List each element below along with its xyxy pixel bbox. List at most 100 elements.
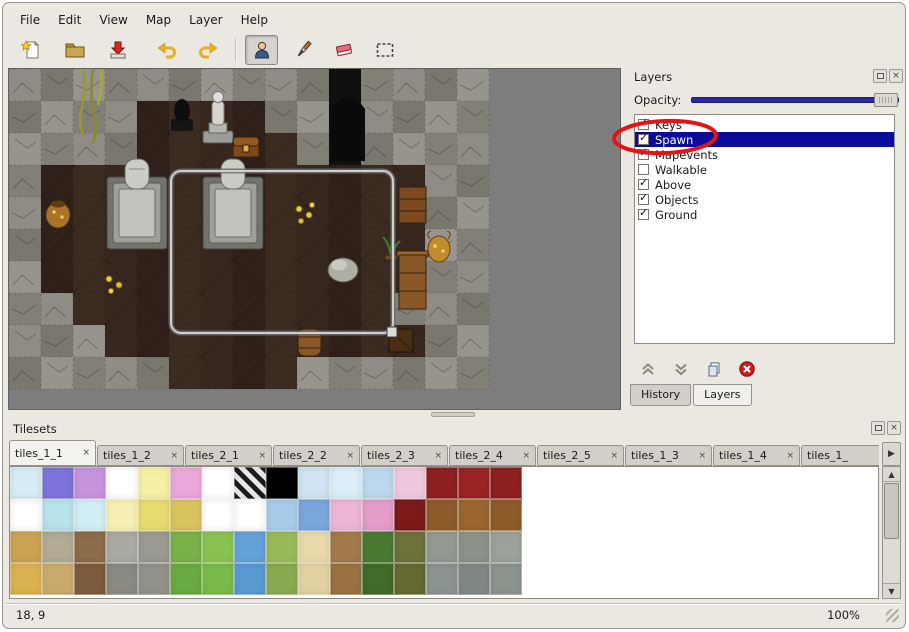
tileset-tile[interactable] <box>490 531 522 563</box>
tileset-tile[interactable] <box>490 499 522 531</box>
panel-float-button[interactable] <box>873 69 887 83</box>
tileset-tab[interactable]: tiles_1_3 × <box>625 445 712 466</box>
tileset-tile[interactable] <box>266 531 298 563</box>
tileset-tile[interactable] <box>170 531 202 563</box>
scroll-down-button[interactable]: ▼ <box>883 583 900 598</box>
tileset-tile[interactable] <box>458 531 490 563</box>
tileset-tab[interactable]: tiles_1_2 × <box>97 445 184 466</box>
tileset-tile[interactable] <box>170 499 202 531</box>
tileset-tile[interactable] <box>106 563 138 595</box>
tileset-tile[interactable] <box>74 563 106 595</box>
tileset-tile[interactable] <box>362 531 394 563</box>
tileset-tile[interactable] <box>138 467 170 499</box>
tileset-tile[interactable] <box>10 499 42 531</box>
tileset-tile[interactable] <box>490 467 522 499</box>
resize-grip[interactable] <box>886 609 899 622</box>
tab-close-icon[interactable]: × <box>258 451 266 461</box>
tileset-tab[interactable]: tiles_2_3 × <box>361 445 448 466</box>
tab-close-icon[interactable]: × <box>610 451 618 461</box>
checkbox[interactable]: ✓ <box>638 149 649 160</box>
tileset-content[interactable] <box>9 466 879 599</box>
tileset-tile[interactable] <box>10 563 42 595</box>
tileset-tile[interactable] <box>330 563 362 595</box>
tileset-tile[interactable] <box>298 563 330 595</box>
tileset-tile[interactable] <box>202 499 234 531</box>
paint-tool-button[interactable] <box>286 35 319 65</box>
tileset-tile[interactable] <box>234 563 266 595</box>
tileset-tab[interactable]: tiles_2_5 × <box>537 445 624 466</box>
tileset-tile[interactable] <box>74 531 106 563</box>
checkbox[interactable]: ✓ <box>638 134 649 145</box>
layer-row-mapevents[interactable]: ✓ Mapevents <box>635 147 894 162</box>
tileset-tile[interactable] <box>138 499 170 531</box>
tileset-tile[interactable] <box>458 499 490 531</box>
layer-delete-button[interactable] <box>735 358 759 380</box>
redo-button[interactable] <box>191 35 224 65</box>
tab-history[interactable]: History <box>630 384 691 406</box>
tileset-tile[interactable] <box>362 563 394 595</box>
tileset-tile[interactable] <box>298 467 330 499</box>
tab-close-icon[interactable]: × <box>346 451 354 461</box>
tab-close-icon[interactable]: × <box>170 451 178 461</box>
tileset-tile[interactable] <box>426 531 458 563</box>
tileset-tile[interactable] <box>458 563 490 595</box>
tileset-tile[interactable] <box>106 499 138 531</box>
tileset-tile[interactable] <box>234 467 266 499</box>
tileset-tile[interactable] <box>426 467 458 499</box>
new-button[interactable] <box>15 35 48 65</box>
tileset-tile[interactable] <box>298 499 330 531</box>
tab-layers[interactable]: Layers <box>693 384 751 406</box>
save-button[interactable] <box>101 35 134 65</box>
tileset-tile[interactable] <box>234 499 266 531</box>
tileset-tile[interactable] <box>330 531 362 563</box>
layer-row-ground[interactable]: ✓ Ground <box>635 207 894 222</box>
checkbox[interactable]: ✓ <box>638 179 649 190</box>
menu-help[interactable]: Help <box>232 10 277 30</box>
tileset-tile[interactable] <box>42 467 74 499</box>
tileset-tab[interactable]: tiles_1_4 × <box>713 445 800 466</box>
tileset-tile[interactable] <box>426 563 458 595</box>
layer-row-above[interactable]: ✓ Above <box>635 177 894 192</box>
layer-row-spawn[interactable]: ✓ Spawn <box>635 132 894 147</box>
layer-copy-button[interactable] <box>702 358 726 380</box>
tileset-tile[interactable] <box>42 531 74 563</box>
tab-close-icon[interactable]: × <box>698 451 706 461</box>
tileset-tile[interactable] <box>74 499 106 531</box>
tileset-tile[interactable] <box>298 531 330 563</box>
tileset-tile[interactable] <box>394 563 426 595</box>
tileset-tile[interactable] <box>394 531 426 563</box>
tileset-tile[interactable] <box>426 499 458 531</box>
tileset-tab[interactable]: tiles_2_1 × <box>185 445 272 466</box>
tileset-tab[interactable]: tiles_1_1 × <box>9 440 96 466</box>
map-canvas[interactable] <box>8 68 621 410</box>
tileset-tile[interactable] <box>202 467 234 499</box>
tileset-tile[interactable] <box>458 467 490 499</box>
menu-file[interactable]: File <box>11 10 49 30</box>
tileset-tile[interactable] <box>362 499 394 531</box>
open-button[interactable] <box>58 35 91 65</box>
tileset-tile[interactable] <box>74 467 106 499</box>
menu-layer[interactable]: Layer <box>180 10 231 30</box>
tabs-scroll-right-button[interactable]: ▶ <box>882 442 901 466</box>
tileset-tile[interactable] <box>106 467 138 499</box>
layer-row-objects[interactable]: ✓ Objects <box>635 192 894 207</box>
selection-resize-handle[interactable] <box>387 327 397 337</box>
tileset-tile[interactable] <box>394 467 426 499</box>
scroll-up-button[interactable]: ▲ <box>883 467 900 482</box>
panel-close-button[interactable]: × <box>889 69 903 83</box>
layer-row-walkable[interactable]: Walkable <box>635 162 894 177</box>
tileset-tile[interactable] <box>330 467 362 499</box>
opacity-slider-handle[interactable] <box>874 93 898 107</box>
tab-close-icon[interactable]: × <box>522 451 530 461</box>
tileset-tile[interactable] <box>170 563 202 595</box>
tileset-tile[interactable] <box>362 467 394 499</box>
undo-button[interactable] <box>150 35 183 65</box>
tab-close-icon[interactable]: × <box>786 451 794 461</box>
menu-view[interactable]: View <box>90 10 136 30</box>
tileset-tile[interactable] <box>10 467 42 499</box>
tab-close-icon[interactable]: × <box>434 451 442 461</box>
tileset-tab[interactable]: tiles_1_ <box>801 445 879 466</box>
checkbox[interactable]: ✓ <box>638 209 649 220</box>
tileset-tile[interactable] <box>106 531 138 563</box>
menu-edit[interactable]: Edit <box>49 10 90 30</box>
